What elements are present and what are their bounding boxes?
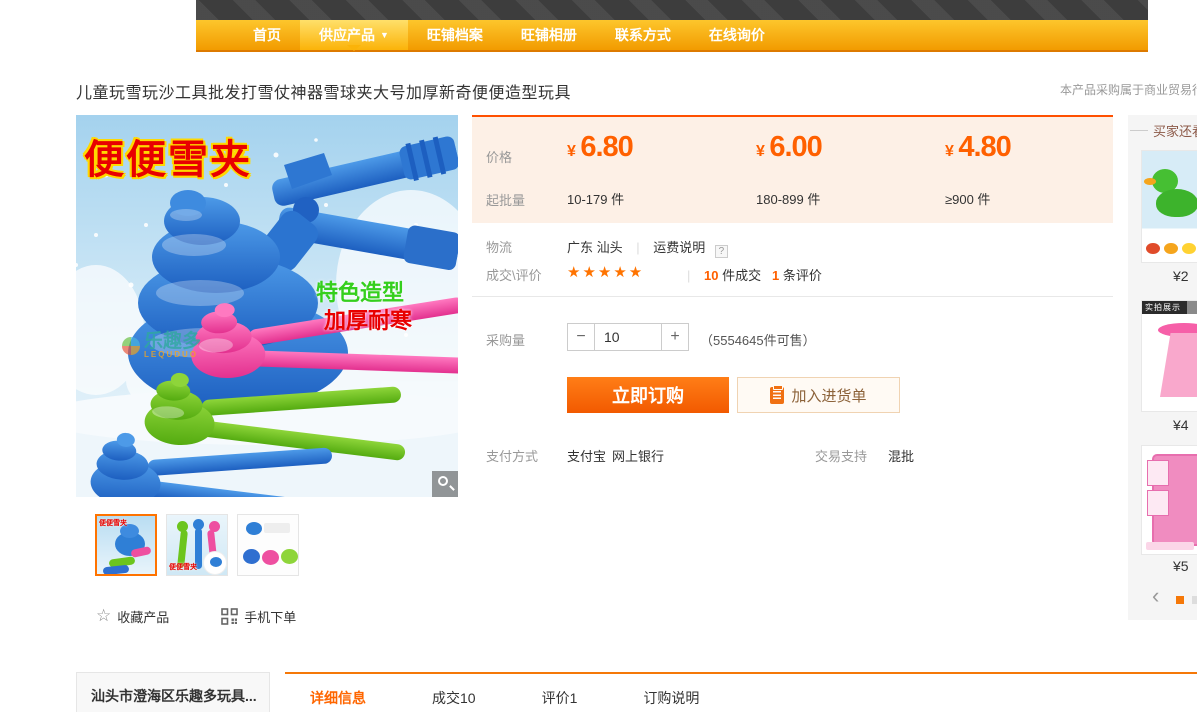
trade-support-value: 混批 [888,446,914,465]
sidebar-product-2[interactable]: 实拍展示 [1141,300,1197,412]
quantity-decrease-button[interactable]: − [567,323,595,351]
moq-tier-3: ≥900 件 [945,189,990,208]
ship-from-region: 广东 汕头 [567,240,623,255]
clipboard-icon [770,387,784,404]
gallery-actions: ☆ 收藏产品 手机下单 [96,606,296,626]
sidebar-product-2-badge: 实拍展示 [1142,301,1197,314]
nav-item-inquiry[interactable]: 在线询价 [690,20,784,50]
add-to-purchase-list-button[interactable]: 加入进货单 [737,377,900,413]
quantity-increase-button[interactable]: + [661,323,689,351]
sidebar-product-3[interactable] [1141,445,1197,555]
help-icon[interactable]: ? [715,245,728,258]
thumbnail-3[interactable] [237,514,299,576]
pay-method-alipay[interactable]: 支付宝 [567,446,606,465]
also-viewed-sidebar: 买家还看了 ¥2 实拍展示 ¥4 ¥5 ‹ [1128,115,1197,620]
quantity-label: 采购量 [486,330,525,349]
sidebar-product-1[interactable] [1141,150,1197,263]
nav-item-shop-profile[interactable]: 旺铺档案 [408,20,502,50]
favorite-product-link[interactable]: 收藏产品 [117,607,169,626]
detail-tabbar: 详细信息 成交10 评价1 订购说明 [285,672,1197,708]
mobile-order-link[interactable]: 手机下单 [244,607,296,626]
sidebar-product-1-price: ¥2 [1173,268,1189,284]
price-tier-1: ¥ 6.80 10-179 件 [567,131,747,164]
sidebar-page-dot[interactable] [1192,596,1197,604]
tab-detail-info[interactable]: 详细信息 [310,688,366,708]
sidebar-prev-arrow[interactable]: ‹ [1152,587,1159,605]
chevron-down-icon: ▼ [380,30,389,40]
top-striped-banner [196,0,1148,20]
price-box: 价格 起批量 ¥ 6.80 10-179 件 ¥ 6.00 180-899 件 … [472,115,1113,223]
page-title: 儿童玩雪玩沙工具批发打雪仗神器雪球夹大号加厚新奇便便造型玩具 [76,79,571,103]
payment-label: 支付方式 [486,446,538,465]
qr-code-icon [221,608,238,625]
image-overlay-feature2: 加厚耐寒 [324,303,412,335]
tab-reviews[interactable]: 评价1 [542,688,578,708]
moq-tier-1: 10-179 件 [567,189,624,208]
image-overlay-title: 便便雪夹 [84,127,252,185]
stock-available-note: （5554645件可售） [700,330,816,349]
section-divider [472,296,1113,297]
company-name-box[interactable]: 汕头市澄海区乐趣多玩具... [76,672,270,712]
trade-support-label: 交易支持 [815,446,867,465]
nav-item-products[interactable]: 供应产品 ▼ [300,20,408,50]
thumbnail-2[interactable]: 便便雪夹 [166,514,228,576]
moq-tier-2: 180-899 件 [756,189,820,208]
nav-item-contact[interactable]: 联系方式 [596,20,690,50]
product-detail-page: 首页 供应产品 ▼ 旺铺档案 旺铺相册 联系方式 在线询价 儿童玩雪玩沙工具批发… [0,0,1197,712]
sidebar-header: 买家还看了 [1130,121,1197,140]
watermark-logo-icon [122,337,140,355]
main-product-image[interactable]: 便便雪夹 特色造型 加厚耐寒 乐趣多 LEQUDUO [76,115,458,497]
deal-count: 10 [704,268,718,283]
freight-info-link[interactable]: 运费说明 [653,240,705,255]
sidebar-product-2-price: ¥4 [1173,417,1189,433]
dash-decoration [1130,130,1148,131]
price-tier-2: ¥ 6.00 180-899 件 [756,131,936,164]
thumbnail-1-caption: 便便雪夹 [99,518,127,528]
watermark: 乐趣多 LEQUDUO [122,333,201,359]
sidebar-product-3-price: ¥5 [1173,558,1189,574]
star-icon[interactable]: ☆ [96,606,111,626]
star-rating[interactable]: ★★★★★ [567,263,644,281]
tab-deals[interactable]: 成交10 [432,688,476,708]
trade-note: 本产品采购属于商业贸易行为 [1060,81,1197,98]
moq-label: 起批量 [486,190,525,209]
magnifier-icon[interactable] [432,471,458,497]
thumbnail-1[interactable]: 便便雪夹 [95,514,157,576]
tab-order-notes[interactable]: 订购说明 [643,688,699,708]
logistics-label: 物流 [486,237,512,256]
quantity-input[interactable] [595,323,661,351]
quantity-stepper: − + [567,323,689,351]
deal-count-link[interactable]: 件成交 [722,268,761,283]
quantity-row: 采购量 − + （5554645件可售） [472,323,1113,351]
price-tier-3: ¥ 4.80 ≥900 件 [945,131,1125,164]
sidebar-page-dot-active[interactable] [1176,596,1184,604]
thumbnail-strip: 便便雪夹 便便雪夹 [95,514,308,576]
nav-item-home[interactable]: 首页 [234,20,300,50]
deal-review-label: 成交\评价 [486,265,542,284]
thumbnail-2-caption: 便便雪夹 [169,562,197,572]
pay-method-online-bank[interactable]: 网上银行 [612,446,664,465]
price-label: 价格 [486,147,512,166]
order-now-button[interactable]: 立即订购 [567,377,729,413]
shop-nav: 首页 供应产品 ▼ 旺铺档案 旺铺相册 联系方式 在线询价 [196,20,1148,52]
review-count-link[interactable]: 1 条评价 [772,265,822,284]
nav-item-shop-album[interactable]: 旺铺相册 [502,20,596,50]
